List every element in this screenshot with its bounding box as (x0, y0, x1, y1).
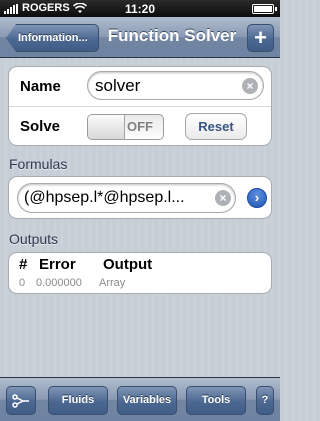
output-row-error: 0.000000 (36, 277, 82, 289)
column-header-error: Error (39, 256, 76, 273)
add-button[interactable]: + (247, 24, 274, 52)
formula-field[interactable]: (@hpsep.l*@hpsep.l... × (17, 183, 236, 213)
navigation-bar: Information... Function Solver + (0, 17, 280, 58)
outputs-table: # Error Output 0 0.000000 Array (8, 252, 272, 294)
solve-toggle[interactable]: OFF (87, 114, 164, 140)
tools-button[interactable]: Tools (186, 386, 246, 415)
solve-row: Solve OFF Reset (9, 107, 271, 146)
fluids-button[interactable]: Fluids (48, 386, 108, 415)
disclosure-arrow-icon[interactable]: › (247, 188, 267, 208)
formulas-header: Formulas (9, 156, 68, 172)
clear-icon[interactable]: × (242, 78, 258, 94)
page-title: Function Solver (107, 26, 237, 45)
column-header-output: Output (103, 256, 153, 273)
name-label: Name (20, 78, 61, 95)
solve-label: Solve (20, 118, 61, 135)
back-button[interactable]: Information... (6, 24, 99, 52)
bottom-toolbar: Fluids Variables Tools ? (0, 377, 280, 421)
name-value: solver (95, 76, 141, 95)
toggle-state: OFF (127, 119, 153, 134)
name-row: Name solver × (9, 67, 271, 107)
toggle-knob[interactable] (88, 115, 125, 139)
clock: 11:20 (124, 2, 156, 16)
help-button[interactable]: ? (256, 386, 274, 415)
column-header-index: # (19, 256, 28, 273)
settings-group: Name solver × Solve OFF Reset (8, 66, 272, 146)
reset-button[interactable]: Reset (185, 113, 247, 140)
formula-value: (@hpsep.l*@hpsep.l... (24, 189, 185, 206)
clear-icon[interactable]: × (215, 190, 231, 206)
output-row-index: 0 (19, 277, 26, 289)
status-bar: ROGERS 11:20 (0, 0, 280, 17)
name-field[interactable]: solver × (87, 71, 264, 100)
formula-group: (@hpsep.l*@hpsep.l... × › (8, 176, 272, 219)
output-row-output: Array (99, 277, 126, 289)
variables-button[interactable]: Variables (117, 386, 177, 415)
outputs-header: Outputs (9, 231, 59, 247)
share-icon[interactable] (6, 386, 36, 415)
battery-icon (252, 4, 277, 14)
